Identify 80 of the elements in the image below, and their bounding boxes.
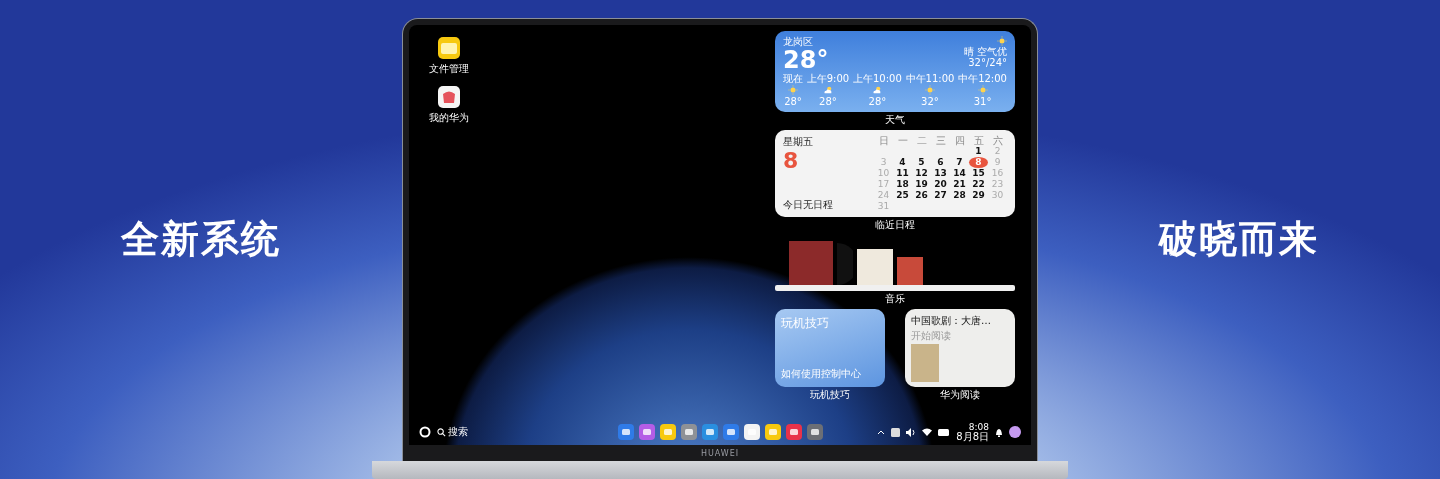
calendar-day[interactable]: 6 — [931, 157, 950, 168]
widget-caption: 华为阅读 — [940, 389, 980, 401]
weekday-header: 一 — [896, 135, 909, 146]
weekday-header: 日 — [877, 135, 890, 146]
calendar-day[interactable]: 25 — [893, 190, 912, 201]
widget-caption: 音乐 — [885, 293, 905, 305]
book-cover-placeholder — [911, 344, 939, 382]
desktop-icon-label[interactable]: 我的华为 — [429, 111, 469, 125]
calendar-date: 8 — [783, 149, 800, 173]
weekday-header: 二 — [915, 135, 928, 146]
calendar-day[interactable]: 15 — [969, 168, 988, 179]
calendar-weekday: 星期五 — [783, 135, 814, 149]
calendar-day[interactable]: 22 — [969, 179, 988, 190]
reading-widget[interactable]: 中国歌剧：大唐… 开始阅读 — [905, 309, 1015, 387]
weather-temperature: 28° — [783, 47, 829, 73]
weekday-header: 六 — [991, 135, 1004, 146]
calendar-day[interactable]: 1 — [969, 146, 988, 157]
weather-widget[interactable]: 龙岗区 28° 晴 空气优 32°/24° 现在 28° 上午9:00 28° 上午10:00 28° 中午11:00 32° 中午12:00 31° — [775, 31, 1015, 112]
sun-icon — [997, 36, 1007, 46]
sun-icon — [924, 85, 935, 95]
widget-caption: 天气 — [885, 114, 905, 126]
tips-title: 玩机技巧 — [781, 315, 830, 332]
calendar-day[interactable]: 8 — [969, 157, 988, 168]
forecast-temperature: 31° — [973, 96, 992, 107]
sun-icon — [977, 85, 988, 95]
calendar-day[interactable]: 26 — [912, 190, 931, 201]
weekday-header: 四 — [953, 135, 966, 146]
weather-range: 32°/24° — [968, 57, 1007, 68]
forecast-time: 上午9:00 — [806, 73, 850, 84]
calendar-day[interactable]: 7 — [950, 157, 969, 168]
tips-subtitle: 如何使用控制中心 — [781, 367, 862, 381]
book-title: 中国歌剧：大唐… — [911, 314, 992, 328]
bell-icon[interactable] — [995, 427, 1003, 437]
calendar-day[interactable]: 12 — [912, 168, 931, 179]
calendar-day[interactable]: 29 — [969, 190, 988, 201]
widget-caption: 玩机技巧 — [810, 389, 850, 401]
vinyl-record-icon — [837, 243, 853, 285]
calendar-day[interactable]: 20 — [931, 179, 950, 190]
slogan: 破晓而来 — [1159, 216, 1319, 263]
calendar-note: 今日无日程 — [783, 198, 833, 212]
weekday-header: 三 — [934, 135, 947, 146]
book-subtitle: 开始阅读 — [911, 329, 952, 343]
forecast-time: 中午11:00 — [905, 73, 955, 84]
ring-icon[interactable] — [419, 426, 431, 438]
volume-icon[interactable] — [906, 427, 917, 437]
calendar-day[interactable]: 5 — [912, 157, 931, 168]
partly-cloudy-icon — [823, 85, 833, 95]
battery-icon[interactable] — [938, 428, 951, 436]
forecast-time: 上午10:00 — [852, 73, 902, 84]
slogan: 全新系统 — [121, 216, 281, 263]
search-icon — [437, 427, 446, 437]
search-button[interactable]: 搜索 — [437, 425, 468, 439]
desktop-icon-label[interactable]: 文件管理 — [429, 62, 469, 76]
forecast-time: 中午12:00 — [958, 73, 1007, 84]
calendar-widget[interactable]: 星期五 8 今日无日程 日 一 二 三 四 五 六 1 2 3 4 5 6 7 8 9 10 11 12 13 14 15 16 17 18 19 20 21 22 23 24 25 26 27 28 29 30 31 — [775, 130, 1015, 217]
caret-icon[interactable] — [877, 429, 886, 435]
forecast-time: 现在 — [783, 73, 803, 84]
calendar-day[interactable]: 28 — [950, 190, 969, 201]
clock[interactable]: 8:08 8月8日 — [956, 422, 989, 442]
calendar-day[interactable]: 11 — [893, 168, 912, 179]
sun-icon — [788, 85, 798, 95]
forecast-temperature: 28° — [784, 96, 802, 107]
weekday-header: 五 — [972, 135, 985, 146]
calendar-day[interactable]: 18 — [893, 179, 912, 190]
calendar-day[interactable]: 27 — [931, 190, 950, 201]
calendar-day[interactable]: 4 — [893, 157, 912, 168]
partly-cloudy-icon — [872, 85, 883, 95]
brand-label: HUAWEI — [700, 448, 740, 458]
calendar-day[interactable]: 13 — [931, 168, 950, 179]
calendar-day[interactable]: 19 — [912, 179, 931, 190]
forecast-temperature: 28° — [819, 96, 837, 107]
calendar-day[interactable]: 14 — [950, 168, 969, 179]
wifi-icon[interactable] — [922, 428, 933, 436]
calendar-day[interactable]: 21 — [950, 179, 969, 190]
weather-condition: 晴 空气优 — [963, 46, 1007, 57]
forecast-temperature: 32° — [921, 96, 939, 107]
forecast-temperature: 28° — [868, 96, 887, 107]
weather-location: 龙岗区 — [783, 36, 814, 47]
widget-caption: 临近日程 — [875, 219, 915, 231]
orb-icon[interactable] — [1009, 426, 1021, 438]
